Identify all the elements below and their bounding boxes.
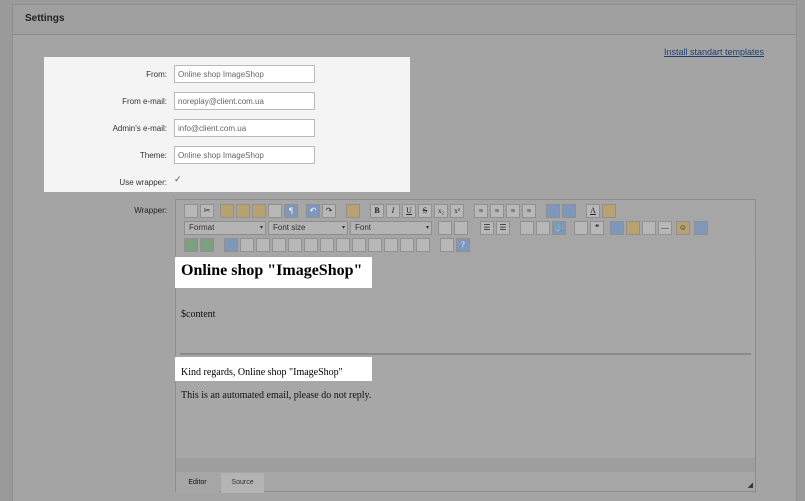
anchor-icon[interactable]: ⚓: [552, 221, 566, 235]
insert-media-icon[interactable]: [200, 238, 214, 252]
table-merge-icon[interactable]: [352, 238, 366, 252]
format-label: Format: [189, 223, 215, 232]
panel-header: Settings: [13, 5, 796, 35]
table-icon[interactable]: [224, 238, 238, 252]
paragraph-icon[interactable]: ¶: [284, 204, 298, 218]
chevron-down-icon: ▾: [259, 225, 263, 231]
admin-email-label: Admin's e-mail:: [112, 124, 167, 133]
align-justify-icon[interactable]: ≡: [522, 204, 536, 218]
from-field[interactable]: Online shop ImageShop: [174, 65, 315, 83]
emoticon-icon[interactable]: ☺: [676, 221, 690, 235]
font-size-dropdown[interactable]: Font size ▾: [268, 221, 348, 235]
outdent-icon[interactable]: [438, 221, 452, 235]
table-col-before-icon[interactable]: [288, 238, 302, 252]
subscript-icon[interactable]: x₂: [434, 204, 448, 218]
automated-notice: This is an automated email, please do no…: [181, 390, 372, 401]
editor-tab-strip: [176, 458, 755, 472]
tab-source[interactable]: Source: [221, 473, 264, 493]
paste-icon[interactable]: [236, 204, 250, 218]
folder-icon[interactable]: [346, 204, 360, 218]
theme-label: Theme:: [139, 151, 167, 160]
delete-table-icon[interactable]: [416, 238, 430, 252]
paste-text-icon[interactable]: [252, 204, 266, 218]
strikethrough-icon[interactable]: S: [418, 204, 432, 218]
from-email-label: From e-mail:: [122, 97, 167, 106]
panel-title: Settings: [25, 13, 65, 24]
resize-handle-icon[interactable]: ◢: [748, 481, 753, 489]
use-wrapper-checkbox[interactable]: ✓: [174, 174, 184, 184]
admin-email-field[interactable]: info@client.com.ua: [174, 119, 315, 137]
cut-icon[interactable]: ✂: [200, 204, 214, 218]
align-left-icon[interactable]: ≡: [474, 204, 488, 218]
horizontal-rule-icon[interactable]: —: [658, 221, 672, 235]
fullscreen-icon[interactable]: [694, 221, 708, 235]
format-dropdown[interactable]: Format ▾: [184, 221, 266, 235]
table-split-icon[interactable]: [336, 238, 350, 252]
table-row-after-icon[interactable]: [256, 238, 270, 252]
bold-icon[interactable]: B: [370, 204, 384, 218]
horizontal-rule: [180, 353, 751, 355]
table-props-icon[interactable]: [368, 238, 382, 252]
theme-field[interactable]: Online shop ImageShop: [174, 146, 315, 164]
table-delete-row-icon[interactable]: [272, 238, 286, 252]
content-placeholder: $content: [181, 309, 216, 320]
cleanup-icon[interactable]: [642, 221, 656, 235]
source-code-icon[interactable]: [574, 221, 588, 235]
use-wrapper-label: Use wrapper:: [119, 178, 167, 187]
new-document-icon[interactable]: [184, 204, 198, 218]
tab-editor[interactable]: Editor: [176, 473, 219, 493]
insert-image-icon[interactable]: [184, 238, 198, 252]
from-email-field[interactable]: noreplay@client.com.ua: [174, 92, 315, 110]
bullet-list-icon[interactable]: ☰: [480, 221, 494, 235]
unlink-icon[interactable]: [520, 221, 534, 235]
email-heading: Online shop "ImageShop": [181, 262, 363, 279]
from-label: From:: [146, 70, 167, 79]
eraser-icon[interactable]: [268, 204, 282, 218]
media-icon[interactable]: [626, 221, 640, 235]
chevron-down-icon: ▾: [341, 225, 345, 231]
blockquote-icon[interactable]: ❝: [590, 221, 604, 235]
font-label: Font: [355, 223, 372, 232]
redo-icon[interactable]: ↷: [322, 204, 336, 218]
align-center-icon[interactable]: ≡: [490, 204, 504, 218]
link-icon[interactable]: [536, 221, 550, 235]
italic-icon[interactable]: I: [386, 204, 400, 218]
copy-icon[interactable]: [220, 204, 234, 218]
undo-icon[interactable]: ↶: [306, 204, 320, 218]
superscript-icon[interactable]: x²: [450, 204, 464, 218]
font-size-label: Font size: [273, 223, 306, 232]
table-row-before-icon[interactable]: [240, 238, 254, 252]
wysiwyg-editor: ✂ ¶ ↶ ↷ B I U S x₂ x² ≡ ≡ ≡ ≡ A Format ▾ …: [175, 199, 756, 493]
rtl-icon[interactable]: [562, 204, 576, 218]
chevron-down-icon: ▾: [425, 225, 429, 231]
table-delete-col-icon[interactable]: [320, 238, 334, 252]
highlight-icon[interactable]: [602, 204, 616, 218]
underline-icon[interactable]: U: [402, 204, 416, 218]
row-props-icon[interactable]: [400, 238, 414, 252]
text-color-icon[interactable]: A: [586, 204, 600, 218]
image-icon[interactable]: [610, 221, 624, 235]
table-col-after-icon[interactable]: [304, 238, 318, 252]
indent-icon[interactable]: [454, 221, 468, 235]
align-right-icon[interactable]: ≡: [506, 204, 520, 218]
wrapper-label: Wrapper:: [134, 206, 167, 215]
ltr-icon[interactable]: [546, 204, 560, 218]
font-dropdown[interactable]: Font ▾: [350, 221, 432, 235]
help-icon[interactable]: ?: [456, 238, 470, 252]
install-templates-link[interactable]: Install standart templates: [664, 47, 764, 57]
regards-text: Kind regards, Online shop "ImageShop": [181, 367, 343, 378]
visual-aid-icon[interactable]: [440, 238, 454, 252]
numbered-list-icon[interactable]: ☰: [496, 221, 510, 235]
cell-props-icon[interactable]: [384, 238, 398, 252]
